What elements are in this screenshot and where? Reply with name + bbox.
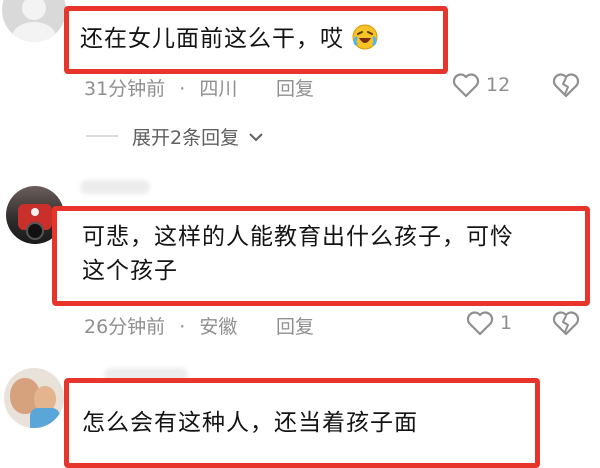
like-count: 1 <box>500 312 513 334</box>
comment-meta: 26分钟前 · 安徽 <box>84 312 237 339</box>
user-avatar[interactable] <box>4 368 64 428</box>
comment-text: 可悲，这样的人能教育出什么孩子，可怜 这个孩子 <box>82 220 582 288</box>
user-avatar[interactable] <box>2 0 66 42</box>
comment-text-line: 可悲，这样的人能教育出什么孩子，可怜 <box>82 224 514 250</box>
comment-meta: 31分钟前 · 四川 <box>84 74 237 101</box>
expand-replies-button[interactable]: 展开2条回复 <box>132 123 263 150</box>
dislike-icon[interactable] <box>552 72 580 98</box>
like-count: 12 <box>486 74 511 96</box>
comment-location: 安徽 <box>199 316 238 338</box>
like-icon[interactable] <box>452 72 480 98</box>
chevron-down-icon <box>249 132 263 142</box>
comment-text: 怎么会有这种人，还当着孩子面 <box>82 406 418 440</box>
reply-button[interactable]: 回复 <box>276 312 314 339</box>
comment-location: 四川 <box>199 78 238 100</box>
meta-separator: · <box>179 78 186 100</box>
reply-button[interactable]: 回复 <box>276 74 314 101</box>
dislike-icon[interactable] <box>552 310 580 336</box>
divider <box>86 135 118 137</box>
laughing-crying-emoji-icon <box>352 24 378 50</box>
comment-time: 26分钟前 <box>84 316 166 338</box>
comment-text-content: 怎么会有这种人，还当着孩子面 <box>82 410 418 436</box>
like-icon[interactable] <box>466 310 494 336</box>
comment-text: 还在女儿面前这么干，哎 <box>80 22 378 56</box>
expand-replies-label: 展开2条回复 <box>132 127 240 149</box>
comment-text-line: 这个孩子 <box>82 258 178 284</box>
meta-separator: · <box>179 316 186 338</box>
username-blurred <box>80 180 150 194</box>
comment-time: 31分钟前 <box>84 78 166 100</box>
comment-text-content: 还在女儿面前这么干，哎 <box>80 26 344 52</box>
